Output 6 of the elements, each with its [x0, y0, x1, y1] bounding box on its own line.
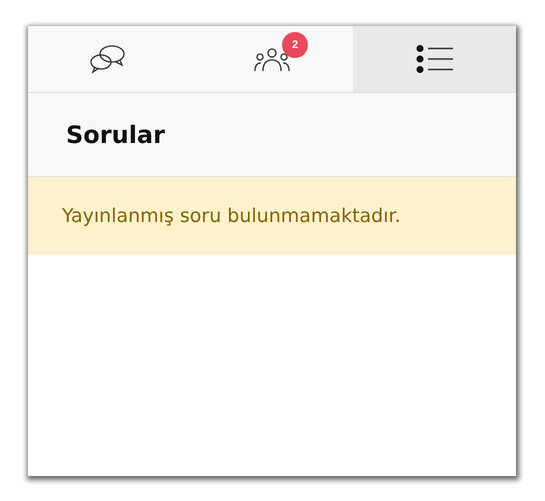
list-icon	[416, 45, 454, 73]
people-icon	[254, 46, 290, 72]
panel-title: Sorular	[66, 120, 165, 148]
tab[interactable]	[353, 26, 516, 92]
count-badge: 2	[282, 32, 308, 58]
empty-notice: Yayınlanmış soru bulunmamaktadır.	[28, 177, 516, 255]
